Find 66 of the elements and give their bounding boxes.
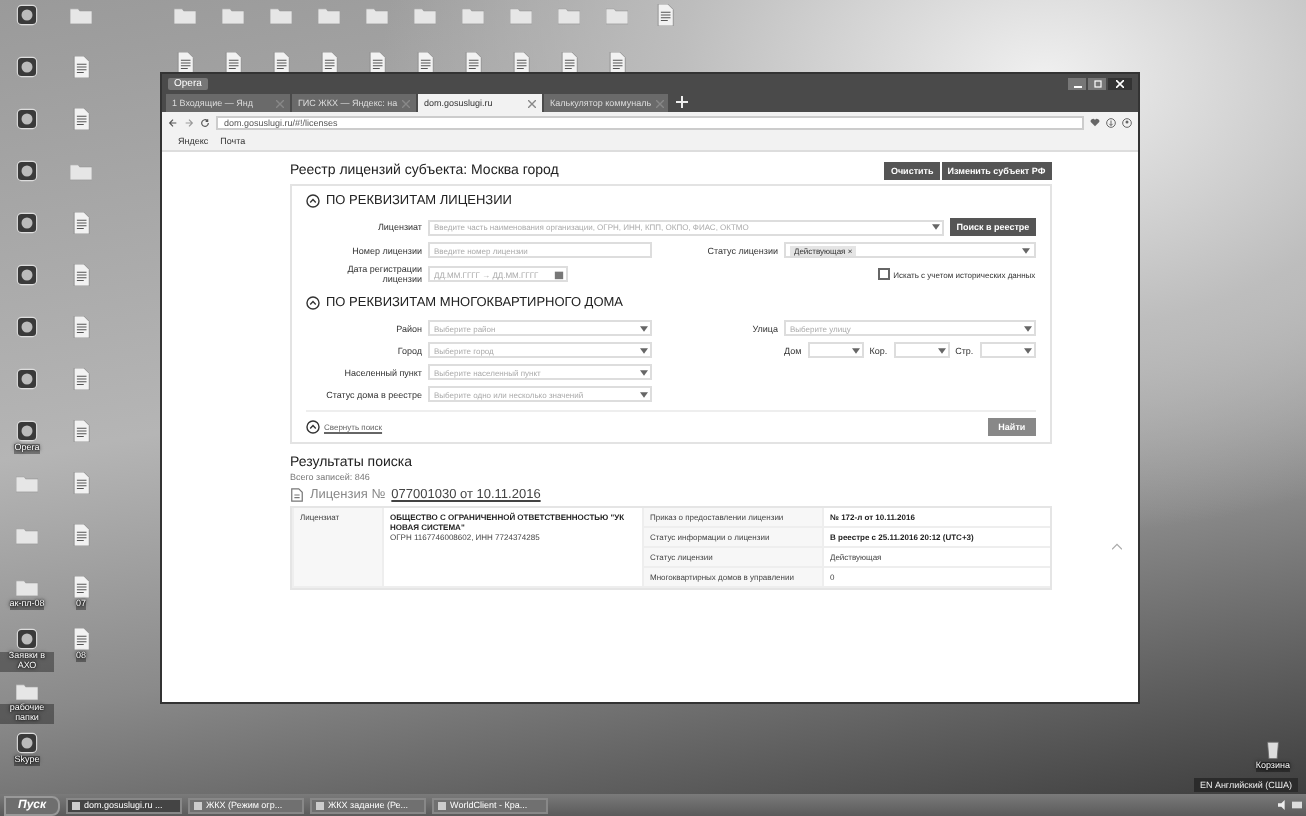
document-icon	[70, 264, 92, 286]
trash-icon	[1261, 738, 1284, 761]
application-icon	[16, 264, 38, 286]
document-icon	[70, 420, 92, 442]
application-icon	[16, 316, 38, 338]
document-icon	[70, 472, 92, 494]
caret-icon	[1023, 347, 1032, 353]
collapse-icon[interactable]	[306, 194, 320, 208]
close-icon	[1116, 79, 1124, 87]
maximize-icon	[1093, 79, 1101, 87]
document-icon	[70, 56, 92, 78]
application-icon	[16, 160, 38, 182]
folder-icon	[16, 472, 38, 494]
close-icon[interactable]	[528, 99, 536, 107]
reload-icon[interactable]	[200, 117, 210, 127]
document-icon	[70, 108, 92, 130]
collapse-icon[interactable]	[306, 420, 320, 434]
document-icon	[70, 576, 92, 598]
caret-icon	[640, 325, 648, 331]
caret-icon	[640, 391, 648, 397]
minimize-button[interactable]	[1068, 77, 1086, 89]
application-icon	[16, 628, 38, 650]
caret-icon	[640, 347, 648, 353]
calendar-icon	[554, 269, 564, 279]
document-icon	[70, 316, 92, 338]
folder-icon	[70, 4, 92, 26]
application-icon	[16, 212, 38, 234]
document-icon	[70, 524, 92, 546]
application-icon	[16, 56, 38, 78]
select-field[interactable]	[807, 342, 864, 358]
document-icon	[290, 488, 304, 502]
collapse-icon[interactable]	[306, 296, 320, 310]
caret-icon	[937, 347, 946, 353]
window-icon	[316, 801, 325, 809]
window-icon	[438, 801, 447, 809]
up-caret-icon[interactable]	[1112, 542, 1122, 550]
user-icon[interactable]	[1122, 117, 1132, 127]
application-icon	[16, 108, 38, 130]
folder-icon	[70, 160, 92, 182]
application-icon	[16, 732, 38, 754]
caret-icon	[1023, 325, 1032, 331]
back-icon[interactable]	[168, 117, 178, 127]
application-icon	[16, 368, 38, 390]
document-icon	[70, 628, 92, 650]
plus-icon[interactable]	[676, 96, 688, 108]
caret-icon	[851, 347, 860, 353]
download-icon[interactable]	[1106, 117, 1116, 127]
application-icon	[16, 4, 38, 26]
application-icon	[16, 420, 38, 442]
close-button[interactable]	[1108, 77, 1132, 89]
window-icon	[72, 801, 81, 809]
document-icon	[653, 4, 675, 26]
folder-icon	[16, 524, 38, 546]
speaker-icon[interactable]	[1278, 800, 1288, 810]
caret-icon	[640, 369, 648, 375]
caret-icon	[932, 224, 941, 230]
select-field[interactable]	[893, 342, 950, 358]
document-icon	[70, 212, 92, 234]
folder-icon	[16, 576, 38, 598]
caret-icon	[1021, 247, 1030, 253]
maximize-button[interactable]	[1088, 77, 1106, 89]
forward-icon[interactable]	[184, 117, 194, 127]
select-field[interactable]	[979, 342, 1036, 358]
window-icon	[194, 801, 203, 809]
heart-icon[interactable]	[1090, 117, 1100, 127]
document-icon	[70, 368, 92, 390]
